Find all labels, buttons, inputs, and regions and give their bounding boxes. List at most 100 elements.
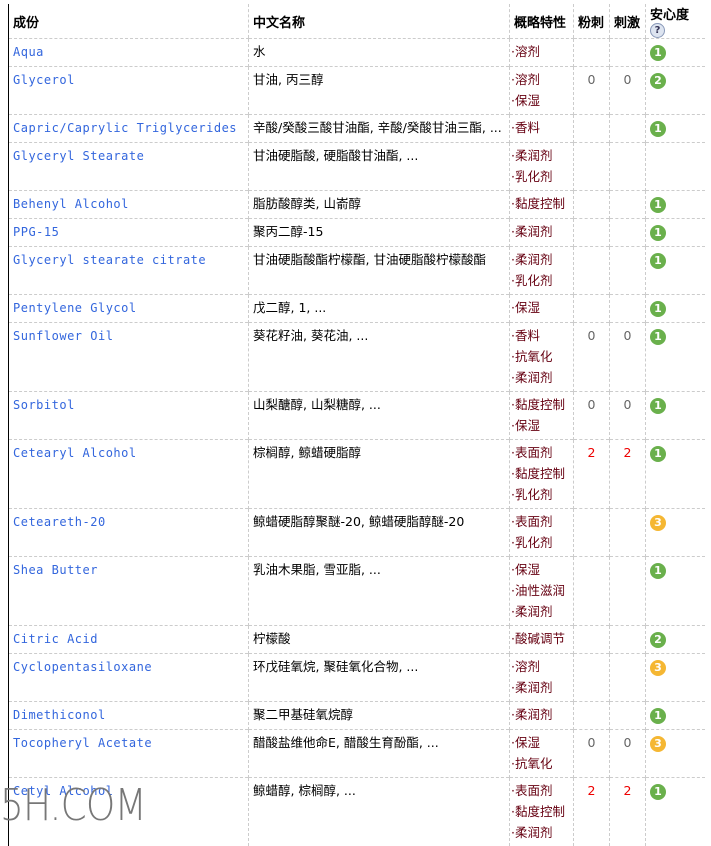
properties-cell: ·保湿·油性滋润·柔润剂	[510, 557, 574, 626]
table-row: Cetearyl Alcohol 棕榈醇, 鲸蜡硬脂醇 ·表面剂·黏度控制·乳化…	[9, 440, 706, 509]
property-tag: ·溶剂	[511, 656, 569, 677]
chinese-name: 辛酸/癸酸三酸甘油酯, 辛酸/癸酸甘油三酯, ...	[249, 115, 510, 143]
ingredient-link[interactable]: Ceteareth-20	[13, 515, 106, 529]
ingredient-link[interactable]: Shea Butter	[13, 563, 98, 577]
properties-cell: ·表面剂·乳化剂	[510, 509, 574, 557]
property-tag: ·柔润剂	[511, 249, 569, 270]
safety-cell: 1	[646, 557, 706, 626]
safety-badge: 3	[650, 660, 666, 676]
table-row: PPG-15 聚丙二醇-15 ·柔润剂 1	[9, 219, 706, 247]
safety-cell: 3	[646, 654, 706, 702]
property-tag: ·柔润剂	[511, 221, 569, 242]
irritant-score	[610, 247, 646, 295]
ingredient-table: 成份 中文名称 概略特性 粉刺 刺激 安心度 ? Aqua 水 ·溶剂 1Gly…	[8, 4, 705, 846]
properties-cell: ·柔润剂	[510, 219, 574, 247]
chinese-name: 脂肪酸醇类, 山嵛醇	[249, 191, 510, 219]
acne-score	[574, 702, 610, 730]
ingredient-link[interactable]: Cyclopentasiloxane	[13, 660, 152, 674]
property-tag: ·柔润剂	[511, 677, 569, 698]
ingredient-name-cell: Tocopheryl Acetate	[9, 730, 249, 778]
irritant-score	[610, 39, 646, 67]
ingredient-link[interactable]: Behenyl Alcohol	[13, 197, 129, 211]
irritant-score: 2	[610, 778, 646, 846]
safety-cell: 2	[646, 67, 706, 115]
property-tag: ·溶剂	[511, 69, 569, 90]
properties-cell: ·黏度控制·保湿	[510, 392, 574, 440]
irritant-score	[610, 191, 646, 219]
properties-cell: ·香料	[510, 115, 574, 143]
ingredient-name-cell: Cyclopentasiloxane	[9, 654, 249, 702]
table-row: Capric/Caprylic Triglycerides 辛酸/癸酸三酸甘油酯…	[9, 115, 706, 143]
property-tag: ·表面剂	[511, 780, 569, 801]
acne-score	[574, 654, 610, 702]
ingredient-link[interactable]: Glyceryl stearate citrate	[13, 253, 206, 267]
ingredient-name-cell: Behenyl Alcohol	[9, 191, 249, 219]
properties-cell: ·表面剂·黏度控制·乳化剂	[510, 440, 574, 509]
acne-score: 0	[574, 323, 610, 392]
property-tag: ·保湿	[511, 415, 569, 436]
chinese-name: 山梨醣醇, 山梨糖醇, ...	[249, 392, 510, 440]
safety-badge: 2	[650, 632, 666, 648]
table-row: Glyceryl stearate citrate 甘油硬脂酸酯柠檬酯, 甘油硬…	[9, 247, 706, 295]
irritant-score: 0	[610, 392, 646, 440]
properties-cell: ·柔润剂	[510, 702, 574, 730]
chinese-name: 聚丙二醇-15	[249, 219, 510, 247]
ingredient-link[interactable]: Pentylene Glycol	[13, 301, 137, 315]
property-tag: ·表面剂	[511, 442, 569, 463]
table-row: Cyclopentasiloxane 环戊硅氧烷, 聚硅氧化合物, ... ·溶…	[9, 654, 706, 702]
acne-score	[574, 115, 610, 143]
acne-score	[574, 557, 610, 626]
help-icon[interactable]: ?	[650, 23, 665, 38]
ingredient-name-cell: Shea Butter	[9, 557, 249, 626]
safety-cell: 1	[646, 115, 706, 143]
property-tag: ·黏度控制	[511, 463, 569, 484]
table-row: Glyceryl Stearate 甘油硬脂酸, 硬脂酸甘油酯, ... ·柔润…	[9, 143, 706, 191]
property-tag: ·保湿	[511, 90, 569, 111]
ingredient-link[interactable]: Capric/Caprylic Triglycerides	[13, 121, 237, 135]
col-ingredient: 成份	[9, 4, 249, 39]
acne-score	[574, 143, 610, 191]
property-tag: ·黏度控制	[511, 193, 569, 214]
irritant-score: 0	[610, 323, 646, 392]
table-row: Pentylene Glycol 戊二醇, 1, ... ·保湿 1	[9, 295, 706, 323]
ingredient-link[interactable]: Citric Acid	[13, 632, 98, 646]
acne-score	[574, 247, 610, 295]
irritant-score	[610, 626, 646, 654]
irritant-score: 0	[610, 730, 646, 778]
property-tag: ·柔润剂	[511, 704, 569, 725]
col-chinese-name: 中文名称	[249, 4, 510, 39]
acne-score: 2	[574, 778, 610, 846]
acne-score	[574, 509, 610, 557]
chinese-name: 戊二醇, 1, ...	[249, 295, 510, 323]
safety-cell: 3	[646, 730, 706, 778]
ingredient-link[interactable]: Glycerol	[13, 73, 75, 87]
safety-cell: 1	[646, 219, 706, 247]
safety-badge: 1	[650, 329, 666, 345]
irritant-score: 0	[610, 67, 646, 115]
chinese-name: 醋酸盐维他命E, 醋酸生育酚酯, ...	[249, 730, 510, 778]
property-tag: ·香料	[511, 117, 569, 138]
safety-badge: 1	[650, 708, 666, 724]
col-properties: 概略特性	[510, 4, 574, 39]
property-tag: ·柔润剂	[511, 601, 569, 622]
chinese-name: 水	[249, 39, 510, 67]
ingredient-link[interactable]: Sorbitol	[13, 398, 75, 412]
ingredient-name-cell: Glyceryl Stearate	[9, 143, 249, 191]
properties-cell: ·柔润剂·乳化剂	[510, 247, 574, 295]
ingredient-link[interactable]: Aqua	[13, 45, 44, 59]
ingredient-link[interactable]: Sunflower Oil	[13, 329, 113, 343]
irritant-score	[610, 557, 646, 626]
safety-badge: 1	[650, 121, 666, 137]
ingredient-link[interactable]: PPG-15	[13, 225, 59, 239]
safety-badge: 1	[650, 253, 666, 269]
ingredient-link[interactable]: Dimethiconol	[13, 708, 106, 722]
col-safety-label: 安心度	[650, 8, 689, 23]
ingredient-link[interactable]: Tocopheryl Acetate	[13, 736, 152, 750]
ingredient-link[interactable]: Glyceryl Stearate	[13, 149, 144, 163]
col-safety: 安心度 ?	[646, 4, 706, 39]
safety-cell: 1	[646, 247, 706, 295]
ingredient-link[interactable]: Cetearyl Alcohol	[13, 446, 137, 460]
safety-cell: 1	[646, 39, 706, 67]
safety-badge: 1	[650, 446, 666, 462]
chinese-name: 柠檬酸	[249, 626, 510, 654]
